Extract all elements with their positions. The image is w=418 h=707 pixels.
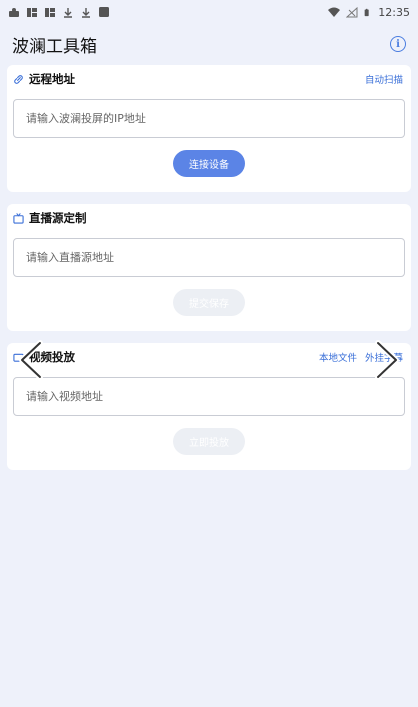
chevron-right-icon[interactable] xyxy=(368,340,404,380)
video-url-input[interactable] xyxy=(26,390,392,403)
card-header: 视频投放 本地文件 外挂字幕 xyxy=(7,343,411,371)
signal-icon xyxy=(346,6,358,17)
connect-device-button[interactable]: 连接设备 xyxy=(173,150,245,177)
notification-icon xyxy=(9,7,19,17)
ip-address-field-wrap xyxy=(13,99,405,138)
card-title: 直播源定制 xyxy=(29,211,87,225)
live-source-input[interactable] xyxy=(26,251,392,264)
info-icon[interactable]: i xyxy=(390,36,406,52)
auto-scan-link[interactable]: 自动扫描 xyxy=(365,72,403,86)
app-icon xyxy=(27,7,37,17)
square-icon xyxy=(99,6,109,17)
button-row: 立即投放 xyxy=(7,428,411,455)
tv-icon xyxy=(13,212,24,224)
app-icon xyxy=(45,7,55,17)
battery-icon xyxy=(364,8,369,16)
submit-save-button[interactable]: 提交保存 xyxy=(173,289,245,316)
live-source-card: 直播源定制 提交保存 xyxy=(7,204,411,331)
link-icon xyxy=(14,74,23,84)
status-time: 12:35 xyxy=(378,5,410,19)
app-bar: 波澜工具箱 i xyxy=(0,24,418,64)
card-title-wrap: 直播源定制 xyxy=(13,210,87,226)
wifi-icon xyxy=(328,7,341,17)
download-icon xyxy=(82,7,90,18)
video-cast-card: 视频投放 本地文件 外挂字幕 立即投放 xyxy=(7,343,411,470)
card-header: 直播源定制 xyxy=(7,204,411,232)
cast-now-button[interactable]: 立即投放 xyxy=(173,428,245,455)
status-bar: 12:35 xyxy=(0,0,418,24)
local-file-link[interactable]: 本地文件 xyxy=(319,350,357,364)
card-title: 远程地址 xyxy=(29,72,75,86)
button-row: 连接设备 xyxy=(7,150,411,177)
live-source-field-wrap xyxy=(13,238,405,277)
card-title-wrap: 远程地址 xyxy=(13,71,75,87)
status-left xyxy=(8,6,110,18)
remote-address-card: 远程地址 自动扫描 连接设备 xyxy=(7,65,411,192)
card-links: 自动扫描 xyxy=(365,72,403,86)
download-icon xyxy=(64,7,72,18)
status-right: 12:35 xyxy=(328,6,410,19)
card-header: 远程地址 自动扫描 xyxy=(7,65,411,93)
page-title: 波澜工具箱 xyxy=(12,36,97,57)
chevron-left-icon[interactable] xyxy=(14,340,50,380)
button-row: 提交保存 xyxy=(7,289,411,316)
video-url-field-wrap xyxy=(13,377,405,416)
ip-address-input[interactable] xyxy=(26,112,392,125)
